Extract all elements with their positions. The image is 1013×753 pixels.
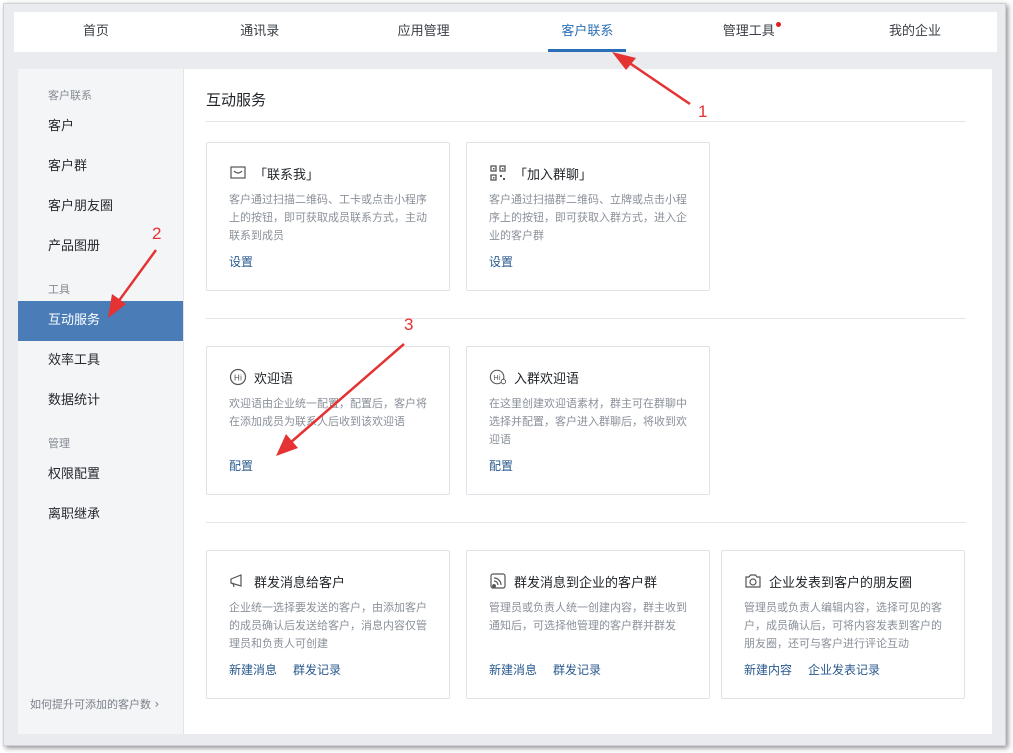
- footer-link-text: 如何提升可添加的客户数: [30, 698, 151, 711]
- card-description: 企业统一选择要发送的客户，由添加客户的成员确认后发送给客户，消息内容仅管理员和负…: [229, 601, 427, 650]
- sidebar-group-management: 管理: [48, 437, 70, 450]
- card-description: 欢迎语由企业统一配置，配置后，客户将在添加成员为联系人后收到该欢迎语: [229, 397, 427, 428]
- active-tab-underline: [548, 49, 627, 52]
- configure-link[interactable]: 配置: [489, 457, 513, 474]
- sidebar-item-customers[interactable]: 客户: [18, 107, 183, 147]
- notification-dot: [775, 22, 781, 27]
- tab-customer-contact[interactable]: 客户联系: [505, 12, 669, 52]
- tab-home[interactable]: 首页: [14, 12, 178, 52]
- setup-link[interactable]: 设置: [229, 253, 253, 270]
- card-title: 企业发表到客户的朋友圈: [769, 575, 913, 591]
- section-divider: [206, 318, 966, 319]
- configure-link[interactable]: 配置: [229, 457, 253, 474]
- sidebar-group-customer-contact: 客户联系: [48, 89, 92, 102]
- sidebar-item-permission-config[interactable]: 权限配置: [18, 455, 183, 495]
- main-content: 互动服务 「联系我」 客户通过扫描二维码、工卡或点击小程序上的按钮，即可获取成员…: [184, 69, 992, 734]
- section-divider: [206, 522, 966, 523]
- card-description: 管理员或负责人统一创建内容，群主收到通知后，可选择他管理的客户群并群发: [489, 601, 687, 632]
- sidebar-item-customer-moments[interactable]: 客户朋友圈: [18, 187, 183, 227]
- tab-contacts[interactable]: 通讯录: [178, 12, 342, 52]
- tab-my-enterprise[interactable]: 我的企业: [833, 12, 997, 52]
- page-title: 互动服务: [206, 91, 267, 109]
- card-welcome-message: Hi 欢迎语 欢迎语由企业统一配置，配置后，客户将在添加成员为联系人后收到该欢迎…: [206, 346, 450, 495]
- card-title: 群发消息到企业的客户群: [514, 575, 658, 591]
- card-enterprise-moments: 企业发表到客户的朋友圈 管理员或负责人编辑内容，选择可见的客户，成员确认后，可将…: [721, 550, 965, 699]
- new-message-link[interactable]: 新建消息: [229, 661, 277, 678]
- sidebar-item-data-statistics[interactable]: 数据统计: [18, 381, 183, 421]
- mass-send-record-link[interactable]: 群发记录: [293, 661, 341, 678]
- card-title: 入群欢迎语: [514, 371, 580, 387]
- annotation-number-1: 1: [698, 102, 708, 121]
- section-divider: [206, 121, 966, 122]
- setup-link[interactable]: 设置: [489, 253, 513, 270]
- svg-text:Hi: Hi: [234, 374, 242, 383]
- qr-code-icon: [489, 164, 507, 182]
- sidebar-group-tools: 工具: [48, 283, 70, 296]
- hi-icon: Hi: [229, 368, 247, 386]
- card-title: 「联系我」: [254, 167, 320, 183]
- broadcast-icon: [489, 572, 507, 590]
- card-contact-me: 「联系我」 客户通过扫描二维码、工卡或点击小程序上的按钮，即可获取成员联系方式，…: [206, 142, 450, 291]
- sidebar: 客户联系 客户 客户群 客户朋友圈 产品图册 工具 互动服务 效率工具 数据统计…: [18, 69, 184, 734]
- new-message-link[interactable]: 新建消息: [489, 661, 537, 678]
- card-description: 管理员或负责人编辑内容，选择可见的客户，成员确认后，可将内容发表到客户的朋友圈，…: [744, 601, 942, 650]
- group-hi-icon: Hi: [489, 368, 507, 386]
- tab-app-management[interactable]: 应用管理: [342, 12, 506, 52]
- sidebar-item-efficiency-tools[interactable]: 效率工具: [18, 341, 183, 381]
- sidebar-footer-link[interactable]: 如何提升可添加的客户数 ›: [30, 696, 159, 712]
- card-mass-message-customers: 群发消息给客户 企业统一选择要发送的客户，由添加客户的成员确认后发送给客户，消息…: [206, 550, 450, 699]
- new-content-link[interactable]: 新建内容: [744, 661, 792, 678]
- card-title: 群发消息给客户: [254, 575, 346, 591]
- card-description: 在这里创建欢迎语素材，群主可在群聊中选择并配置，客户进入群聊后，将收到欢迎语: [489, 397, 687, 446]
- chevron-right-icon: ›: [154, 697, 160, 711]
- svg-text:Hi: Hi: [493, 373, 500, 382]
- card-description: 客户通过扫描二维码、工卡或点击小程序上的按钮，即可获取成员联系方式，主动联系到成…: [229, 193, 427, 242]
- card-join-group: 「加入群聊」 客户通过扫描群二维码、立牌或点击小程序上的按钮，即可获取入群方式，…: [466, 142, 710, 291]
- sidebar-item-customer-groups[interactable]: 客户群: [18, 147, 183, 187]
- message-icon: [229, 164, 247, 182]
- card-description: 客户通过扫描群二维码、立牌或点击小程序上的按钮，即可获取入群方式，进入企业的客户…: [489, 193, 687, 242]
- card-mass-message-groups: 群发消息到企业的客户群 管理员或负责人统一创建内容，群主收到通知后，可选择他管理…: [466, 550, 710, 699]
- card-title: 「加入群聊」: [514, 167, 593, 183]
- app-window: 首页 通讯录 应用管理 客户联系 管理工具 我的企业 客户联系 客户 客户群 客…: [3, 3, 1006, 746]
- annotation-number-2: 2: [152, 224, 162, 243]
- top-nav: 首页 通讯录 应用管理 客户联系 管理工具 我的企业: [14, 12, 997, 52]
- enterprise-post-record-link[interactable]: 企业发表记录: [808, 661, 880, 678]
- tab-management-tools[interactable]: 管理工具: [669, 12, 833, 52]
- card-title: 欢迎语: [254, 371, 294, 387]
- camera-icon: [744, 572, 762, 590]
- annotation-number-3: 3: [404, 315, 414, 334]
- sidebar-item-interactive-service[interactable]: 互动服务: [18, 301, 183, 341]
- mass-send-record-link[interactable]: 群发记录: [553, 661, 601, 678]
- card-group-welcome-message: Hi 入群欢迎语 在这里创建欢迎语素材，群主可在群聊中选择并配置，客户进入群聊后…: [466, 346, 710, 495]
- megaphone-icon: [229, 572, 247, 590]
- sidebar-item-resignation-inheritance[interactable]: 离职继承: [18, 495, 183, 535]
